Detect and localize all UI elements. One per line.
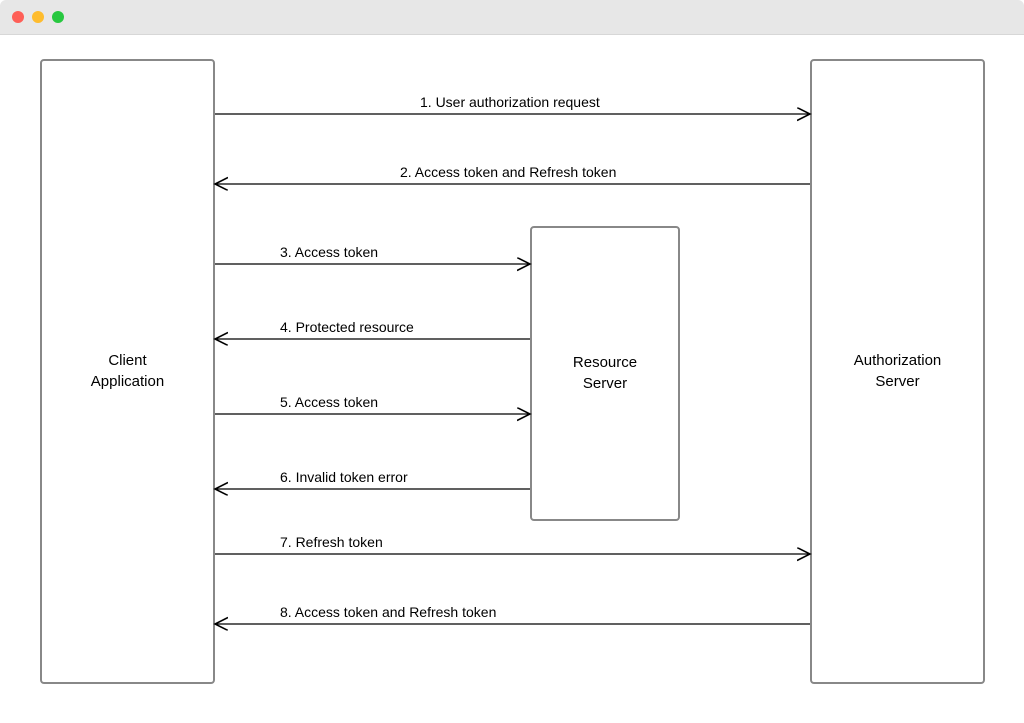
message-2-label: 2. Access token and Refresh token bbox=[400, 164, 616, 180]
message-8-label: 8. Access token and Refresh token bbox=[280, 604, 496, 620]
resource-server-box: ResourceServer bbox=[530, 226, 680, 521]
diagram-canvas: ClientApplication AuthorizationServer Re… bbox=[0, 34, 1024, 723]
message-6-label: 6. Invalid token error bbox=[280, 469, 408, 485]
client-application-box: ClientApplication bbox=[40, 59, 215, 684]
maximize-icon[interactable] bbox=[52, 11, 64, 23]
client-application-label: ClientApplication bbox=[91, 351, 164, 392]
resource-server-label: ResourceServer bbox=[573, 353, 637, 394]
app-window: ClientApplication AuthorizationServer Re… bbox=[0, 0, 1024, 723]
message-7-label: 7. Refresh token bbox=[280, 534, 383, 550]
authorization-server-box: AuthorizationServer bbox=[810, 59, 985, 684]
message-4-label: 4. Protected resource bbox=[280, 319, 414, 335]
window-titlebar bbox=[0, 0, 1024, 35]
authorization-server-label: AuthorizationServer bbox=[854, 351, 942, 392]
message-5-label: 5. Access token bbox=[280, 394, 378, 410]
close-icon[interactable] bbox=[12, 11, 24, 23]
message-3-label: 3. Access token bbox=[280, 244, 378, 260]
minimize-icon[interactable] bbox=[32, 11, 44, 23]
message-1-label: 1. User authorization request bbox=[420, 94, 600, 110]
